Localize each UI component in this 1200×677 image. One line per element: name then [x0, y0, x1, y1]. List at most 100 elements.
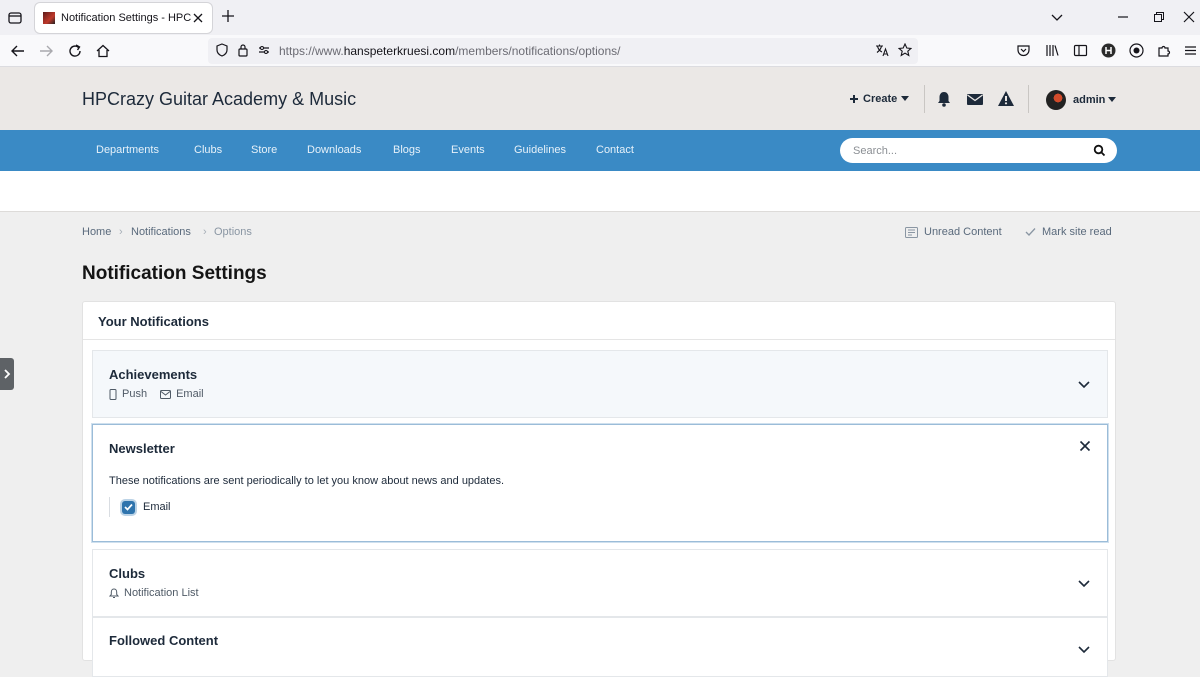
warning-icon[interactable] [997, 90, 1015, 108]
mobile-icon [109, 388, 117, 400]
newsletter-title: Newsletter [109, 441, 175, 456]
panel-header: Your Notifications [83, 302, 1115, 340]
email-checkbox[interactable] [122, 500, 135, 514]
push-label: Push [122, 388, 148, 400]
header-divider [1028, 85, 1029, 113]
caret-down-icon [1108, 97, 1117, 103]
forward-icon[interactable] [38, 43, 54, 59]
envelope-outline-icon [160, 389, 172, 399]
envelope-icon[interactable] [966, 90, 984, 108]
back-icon[interactable] [10, 43, 26, 59]
new-tab-icon[interactable] [222, 10, 234, 22]
breadcrumb-options[interactable]: Options [214, 226, 252, 238]
url-prefix: https://www. [279, 44, 344, 58]
pocket-icon[interactable] [1016, 43, 1031, 58]
unread-content-link[interactable]: Unread Content [905, 226, 1002, 238]
close-tab-icon[interactable] [192, 12, 204, 24]
followed-content-title: Followed Content [109, 633, 219, 648]
nav-item-downloads[interactable]: Downloads [307, 144, 361, 156]
nav-item-events[interactable]: Events [451, 144, 485, 156]
breadcrumb-separator: › [203, 226, 207, 238]
create-label: Create [863, 93, 898, 105]
notifications-panel: Your Notifications Achievements Push Ema… [82, 301, 1116, 677]
bell-outline-icon [109, 587, 119, 599]
reload-icon[interactable] [67, 43, 83, 59]
achievements-title: Achievements [109, 367, 198, 382]
user-menu-button[interactable]: admin [1073, 94, 1117, 106]
lock-icon[interactable] [236, 43, 250, 57]
search-placeholder: Search... [853, 145, 898, 157]
address-bar[interactable]: https://www.hanspeterkruesi.com/members/… [208, 38, 918, 64]
nav-item-guidelines[interactable]: Guidelines [514, 144, 566, 156]
plus-icon [849, 94, 859, 104]
breadcrumb-notifications[interactable]: Notifications [131, 226, 191, 238]
permissions-icon[interactable] [257, 43, 271, 57]
newspaper-icon [905, 226, 918, 238]
url-text[interactable]: https://www.hanspeterkruesi.com/members/… [279, 44, 621, 58]
url-path: /members/notifications/options/ [455, 44, 621, 58]
followed-content-section[interactable]: Followed Content [92, 617, 1108, 677]
library-icon[interactable] [1045, 43, 1060, 58]
email-option: Email [109, 497, 171, 517]
caret-down-icon [901, 96, 910, 102]
nav-item-store[interactable]: Store [251, 144, 277, 156]
extension-h-icon[interactable] [1101, 43, 1116, 58]
close-icon[interactable] [1079, 440, 1091, 452]
main-navigation: Departments Clubs Store Downloads Blogs … [0, 130, 1200, 171]
breadcrumb-home[interactable]: Home [82, 226, 111, 238]
tab-title: Notification Settings - HPCrazy [61, 12, 191, 24]
achievements-meta: Push Email [109, 388, 204, 400]
site-header: HPCrazy Guitar Academy & Music Create ad… [0, 67, 1200, 130]
sidebar-icon[interactable] [1073, 43, 1088, 58]
avatar[interactable] [1046, 90, 1066, 110]
create-button[interactable]: Create [849, 93, 910, 105]
extension-shield-icon[interactable] [1129, 43, 1144, 58]
newsletter-section[interactable]: Newsletter These notifications are sent … [92, 424, 1108, 542]
unread-content-label: Unread Content [924, 226, 1002, 238]
browser-tab-strip: Notification Settings - HPCrazy [0, 0, 1200, 35]
minimize-icon[interactable] [1117, 11, 1129, 23]
mark-site-read-link[interactable]: Mark site read [1025, 226, 1112, 238]
search-icon[interactable] [1093, 144, 1106, 157]
tab-list-icon[interactable] [7, 10, 23, 26]
clubs-section[interactable]: Clubs Notification List [92, 549, 1108, 617]
home-icon[interactable] [95, 43, 111, 59]
nav-item-blogs[interactable]: Blogs [393, 144, 421, 156]
clubs-meta: Notification List [109, 587, 199, 599]
mark-site-read-label: Mark site read [1042, 226, 1112, 238]
chevron-down-icon[interactable] [1077, 377, 1091, 391]
bookmark-star-icon[interactable] [898, 43, 912, 57]
nav-item-departments[interactable]: Departments [96, 144, 159, 156]
email-label: Email [176, 388, 204, 400]
sub-navigation [0, 171, 1200, 212]
chevron-down-icon[interactable] [1077, 576, 1091, 590]
panel-title: Your Notifications [98, 314, 209, 329]
site-title[interactable]: HPCrazy Guitar Academy & Music [82, 89, 356, 110]
email-checkbox-label[interactable]: Email [143, 501, 171, 513]
achievements-section[interactable]: Achievements Push Email [92, 350, 1108, 418]
user-name: admin [1073, 94, 1106, 106]
menu-icon[interactable] [1183, 43, 1198, 58]
browser-nav-bar: https://www.hanspeterkruesi.com/members/… [0, 35, 1200, 67]
extensions-puzzle-icon[interactable] [1157, 43, 1172, 58]
restore-icon[interactable] [1153, 11, 1165, 23]
search-input[interactable]: Search... [840, 138, 1117, 163]
chevron-down-icon[interactable] [1051, 11, 1063, 23]
bell-icon[interactable] [935, 90, 953, 108]
close-window-icon[interactable] [1183, 11, 1195, 23]
clubs-title: Clubs [109, 566, 146, 581]
page-title: Notification Settings [82, 263, 267, 284]
nav-item-clubs[interactable]: Clubs [194, 144, 222, 156]
header-divider [924, 85, 925, 113]
nav-item-contact[interactable]: Contact [596, 144, 634, 156]
shield-icon[interactable] [215, 43, 229, 57]
chevron-down-icon[interactable] [1077, 642, 1091, 656]
browser-tab[interactable]: Notification Settings - HPCrazy [35, 3, 212, 33]
translate-icon[interactable] [875, 43, 889, 57]
site-favicon-icon [43, 12, 55, 24]
newsletter-description: These notifications are sent periodicall… [109, 475, 505, 487]
notification-list-label: Notification List [124, 587, 199, 599]
sidebar-toggle[interactable] [0, 358, 14, 390]
chevron-right-icon [2, 368, 12, 380]
url-domain: hanspeterkruesi.com [343, 44, 456, 58]
